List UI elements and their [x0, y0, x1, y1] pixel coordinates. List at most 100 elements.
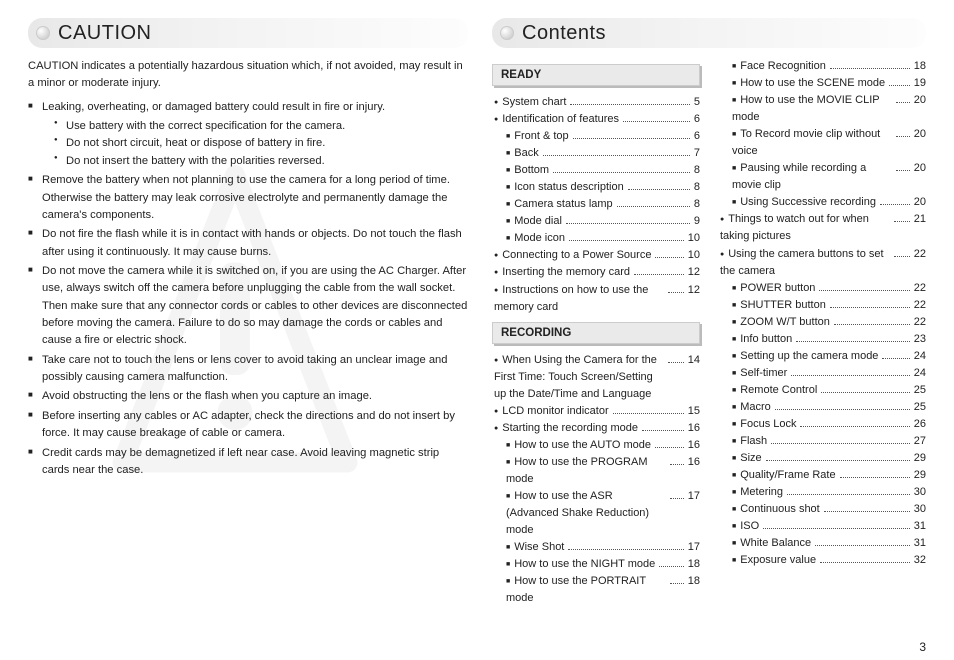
toc-leader	[543, 155, 690, 156]
toc-entry: How to use the SCENE mode19	[718, 75, 926, 92]
toc-section-header: RECORDING	[492, 322, 700, 344]
toc-entry-label: Identification of features	[494, 111, 619, 128]
caution-item: Leaking, overheating, or damaged battery…	[28, 99, 468, 170]
toc-entry: White Balance31	[718, 535, 926, 552]
caution-item: Remove the battery when not planning to …	[28, 172, 468, 224]
caution-subitem: Do not short circuit, heat or dispose of…	[42, 135, 468, 152]
toc-entry: Inserting the memory card12	[492, 264, 700, 281]
toc-entry-page: 22	[914, 314, 926, 331]
toc-leader	[655, 257, 683, 258]
toc-entry: Connecting to a Power Source 10	[492, 247, 700, 264]
toc-leader	[820, 562, 910, 563]
toc-entry-page: 14	[688, 352, 700, 369]
contents-title: Contents	[522, 22, 606, 45]
toc-leader	[896, 136, 910, 137]
toc-entry-label: ISO	[732, 518, 759, 535]
toc-entry-page: 31	[914, 518, 926, 535]
caution-item: Do not fire the flash while it is in con…	[28, 226, 468, 261]
toc-entry: Face Recognition18	[718, 58, 926, 75]
toc-leader	[659, 566, 683, 567]
toc-leader	[882, 358, 909, 359]
toc-entry: System chart5	[492, 94, 700, 111]
toc-entry: Exposure value32	[718, 552, 926, 569]
toc-entry-label: Front & top	[506, 128, 569, 145]
toc-leader	[821, 392, 909, 393]
toc-entry-label: Flash	[732, 433, 767, 450]
toc-entry: Size29	[718, 450, 926, 467]
toc-entry: Remote Control25	[718, 382, 926, 399]
toc-entry-page: 29	[914, 450, 926, 467]
toc-entry-page: 10	[688, 247, 700, 264]
toc-entry: Info button23	[718, 331, 926, 348]
toc-entry-page: 8	[694, 179, 700, 196]
toc-entry: How to use the ASR (Advanced Shake Reduc…	[492, 488, 700, 539]
toc-leader	[830, 68, 910, 69]
toc-leader	[763, 528, 910, 529]
toc-leader	[623, 121, 690, 122]
toc-entry: Metering30	[718, 484, 926, 501]
toc-entry-page: 17	[688, 488, 700, 505]
toc-leader	[896, 170, 910, 171]
toc-entry-page: 18	[688, 573, 700, 590]
caution-subitem: Do not insert the battery with the polar…	[42, 153, 468, 170]
toc-entry-page: 17	[688, 539, 700, 556]
toc-leader	[896, 102, 910, 103]
toc-entry-page: 15	[688, 403, 700, 420]
toc-entry-label: When Using the Camera for the First Time…	[494, 352, 664, 403]
toc-entry-label: Wise Shot	[506, 539, 564, 556]
toc-entry: When Using the Camera for the First Time…	[492, 352, 700, 403]
toc-entry-page: 8	[694, 196, 700, 213]
toc-entry: Mode dial9	[492, 213, 700, 230]
toc-entry-label: Bottom	[506, 162, 549, 179]
toc-leader	[796, 341, 910, 342]
toc-leader	[787, 494, 910, 495]
contents-panel: Contents READY System chart5Identificatio…	[492, 18, 926, 648]
toc-entry: How to use the AUTO mode16	[492, 437, 700, 454]
toc-entry-label: Connecting to a Power Source	[494, 247, 651, 264]
toc-leader	[766, 460, 910, 461]
toc-entry-page: 9	[694, 213, 700, 230]
toc-leader	[569, 240, 684, 241]
toc-entry-label: White Balance	[732, 535, 811, 552]
toc-entry: Continuous shot 30	[718, 501, 926, 518]
toc-entry-label: How to use the PROGRAM mode	[506, 454, 666, 488]
toc-leader	[830, 307, 910, 308]
toc-entry-label: Things to watch out for when taking pict…	[720, 211, 890, 245]
toc-entry: Bottom8	[492, 162, 700, 179]
toc-leader	[791, 375, 909, 376]
toc-entry-label: Using Successive recording	[732, 194, 876, 211]
toc-entry-label: Setting up the camera mode	[732, 348, 878, 365]
toc-leader	[573, 138, 690, 139]
toc-entry-label: Starting the recording mode	[494, 420, 638, 437]
toc-entry-label: How to use the SCENE mode	[732, 75, 885, 92]
toc-section-header: READY	[492, 64, 700, 86]
toc-entry-label: How to use the AUTO mode	[506, 437, 651, 454]
toc-entry-label: Macro	[732, 399, 771, 416]
toc-entry-page: 30	[914, 501, 926, 518]
toc-entry-page: 21	[914, 211, 926, 228]
toc-entry-page: 25	[914, 382, 926, 399]
toc-entry-label: To Record movie clip without voice	[732, 126, 892, 160]
toc-leader	[668, 292, 684, 293]
toc-entry: Using Successive recording20	[718, 194, 926, 211]
toc-leader	[670, 583, 684, 584]
toc-leader	[670, 498, 684, 499]
toc-entry-page: 30	[914, 484, 926, 501]
toc-entry-page: 32	[914, 552, 926, 569]
toc-leader	[800, 426, 909, 427]
toc-entry-label: Continuous shot	[732, 501, 820, 518]
toc-entry-page: 12	[688, 264, 700, 281]
toc-entry-page: 29	[914, 467, 926, 484]
toc-leader	[771, 443, 910, 444]
toc-entry: ZOOM W/T button22	[718, 314, 926, 331]
toc-entry: Using the camera buttons to set the came…	[718, 246, 926, 280]
caution-item: Do not move the camera while it is switc…	[28, 263, 468, 350]
toc-entry: Focus Lock26	[718, 416, 926, 433]
toc-entry-label: Pausing while recording a movie clip	[732, 160, 892, 194]
toc-entry-label: Self-timer	[732, 365, 787, 382]
toc-entry-label: Instructions on how to use the memory ca…	[494, 282, 664, 316]
toc-leader	[655, 447, 684, 448]
contents-title-bar: Contents	[492, 18, 926, 48]
toc-entry: LCD monitor indicator15	[492, 403, 700, 420]
toc-entry-label: Using the camera buttons to set the came…	[720, 246, 890, 280]
